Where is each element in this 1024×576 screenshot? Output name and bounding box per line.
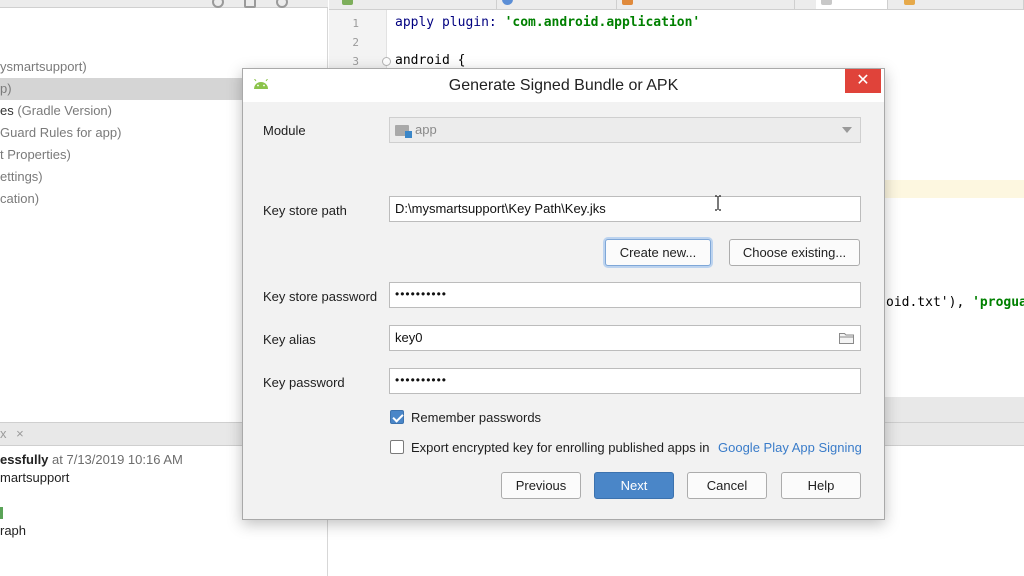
- module-label: Module: [263, 123, 306, 138]
- tree-item-label: cation): [0, 191, 40, 206]
- project-toolbar: [0, 0, 328, 8]
- settings-icon[interactable]: [244, 0, 256, 8]
- previous-button[interactable]: Previous: [501, 472, 581, 499]
- export-encrypted-checkbox[interactable]: [390, 440, 404, 454]
- line-number: 1: [352, 17, 359, 30]
- remember-passwords-label[interactable]: Remember passwords: [411, 410, 541, 425]
- line-number: 3: [352, 55, 359, 68]
- export-encrypted-label[interactable]: Export encrypted key for enrolling publi…: [411, 440, 709, 455]
- gear-icon[interactable]: [276, 0, 288, 8]
- next-button[interactable]: Next: [594, 472, 674, 499]
- close-button[interactable]: ✕: [845, 69, 881, 93]
- code-string: 'proguar: [972, 295, 1024, 310]
- code-line-1: apply plugin: 'com.android.application': [395, 15, 700, 30]
- editor-tab-bar: [329, 0, 1024, 10]
- key-password-input[interactable]: ••••••••••: [389, 368, 861, 394]
- key-store-password-input[interactable]: ••••••••••: [389, 282, 861, 308]
- target-icon[interactable]: [212, 0, 224, 8]
- build-project-line: martsupport: [0, 470, 70, 485]
- editor-tab[interactable]: [497, 0, 617, 9]
- generate-signed-dialog: Generate Signed Bundle or APK ✕ Module a…: [242, 68, 885, 520]
- code-line-fragment: oid.txt'), 'proguar: [886, 295, 1024, 310]
- chevron-down-icon: [842, 127, 852, 133]
- tree-item-label: ysmartsupport): [0, 59, 87, 74]
- tree-item-gradle-version[interactable]: es (Gradle Version): [0, 100, 112, 122]
- password-mask: ••••••••••: [395, 373, 448, 387]
- tree-item-label: ettings): [0, 169, 43, 184]
- key-alias-value: key0: [395, 330, 423, 345]
- create-new-button[interactable]: Create new...: [605, 239, 711, 266]
- build-status-line: essfully at 7/13/2019 10:16 AM: [0, 451, 183, 469]
- module-select[interactable]: app: [389, 117, 861, 143]
- tree-item-project[interactable]: ysmartsupport): [0, 56, 87, 78]
- key-store-password-label: Key store password: [263, 289, 378, 304]
- close-icon[interactable]: x ×: [0, 426, 27, 441]
- key-store-path-input[interactable]: D:\mysmartsupport\Key Path\Key.jks: [389, 196, 861, 222]
- line-number: 2: [352, 36, 359, 49]
- cancel-button[interactable]: Cancel: [687, 472, 767, 499]
- key-password-label: Key password: [263, 375, 345, 390]
- editor-tab-active[interactable]: [816, 0, 888, 9]
- editor-tab[interactable]: [337, 0, 497, 9]
- code-text: oid.txt'),: [886, 295, 973, 310]
- tree-item-settings[interactable]: ettings): [0, 166, 43, 188]
- build-timestamp: at 7/13/2019 10:16 AM: [48, 452, 183, 467]
- status-indicator: [0, 507, 3, 519]
- editor-tab[interactable]: [617, 0, 795, 9]
- editor-status-strip: [885, 397, 1024, 422]
- tree-item-label: t Properties): [0, 147, 71, 162]
- key-alias-label: Key alias: [263, 332, 316, 347]
- remember-passwords-checkbox[interactable]: [390, 410, 404, 424]
- current-line-highlight: [885, 180, 1024, 198]
- key-store-path-label: Key store path: [263, 203, 347, 218]
- code-line-3: android {: [395, 53, 466, 68]
- google-play-app-signing-link[interactable]: Google Play App Signing: [718, 440, 862, 455]
- tree-item-prefix: es: [0, 103, 14, 118]
- folder-icon[interactable]: [839, 332, 854, 344]
- build-graph-line: raph: [0, 523, 27, 538]
- tree-item-label: Guard Rules for app): [0, 125, 122, 140]
- code-string: 'com.android.application': [504, 15, 701, 30]
- text-cursor-icon: [715, 195, 721, 211]
- help-button[interactable]: Help: [781, 472, 861, 499]
- dialog-title: Generate Signed Bundle or APK: [448, 77, 679, 94]
- code-keyword: apply plugin:: [395, 15, 505, 30]
- tree-item-application[interactable]: cation): [0, 188, 39, 210]
- dialog-titlebar[interactable]: Generate Signed Bundle or APK ✕: [243, 69, 884, 102]
- password-mask: ••••••••••: [395, 287, 448, 301]
- tree-item-label: p): [0, 81, 12, 96]
- tree-item-label: (Gradle Version): [13, 103, 112, 118]
- module-value: app: [415, 122, 437, 137]
- fold-marker-icon[interactable]: [382, 57, 391, 66]
- tree-item-proguard-rules[interactable]: Guard Rules for app): [0, 122, 121, 144]
- build-status-text: essfully: [0, 452, 49, 467]
- choose-existing-button[interactable]: Choose existing...: [729, 239, 860, 266]
- tree-item-project-properties[interactable]: t Properties): [0, 144, 71, 166]
- editor-tab[interactable]: [899, 0, 1024, 9]
- module-icon: [395, 125, 412, 138]
- key-alias-input[interactable]: key0: [389, 325, 861, 351]
